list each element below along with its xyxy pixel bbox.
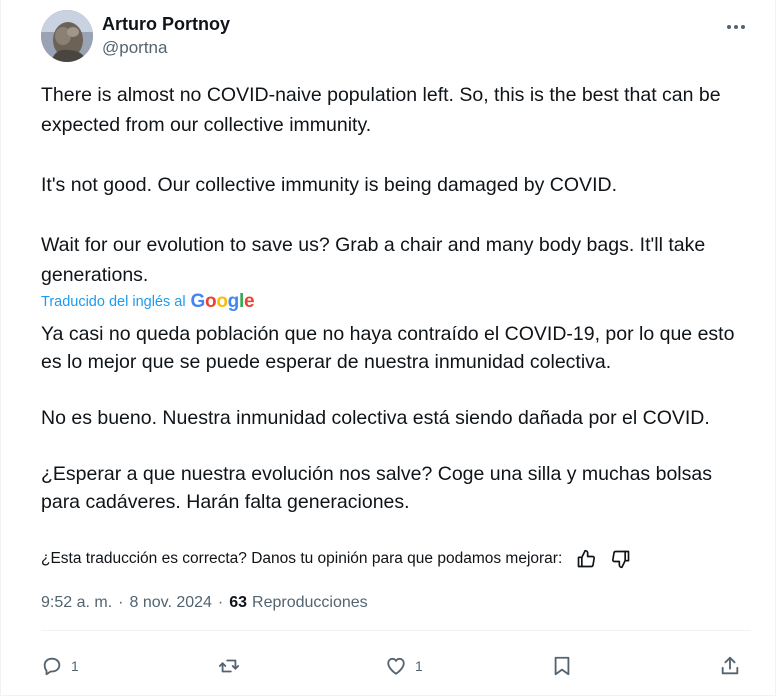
translation-attribution[interactable]: Traducido del inglés al Google (41, 291, 255, 312)
views-label: Reproducciones (252, 594, 368, 611)
reply-button[interactable]: 1 (41, 646, 79, 686)
avatar[interactable] (41, 10, 93, 62)
share-button[interactable] (719, 646, 741, 686)
author-display-name[interactable]: Arturo Portnoy (102, 12, 230, 36)
like-button[interactable]: 1 (385, 646, 423, 686)
bookmark-icon (551, 655, 573, 677)
translation-label: Traducido del inglés al (41, 294, 186, 310)
translation-feedback: ¿Esta traducción es correcta? Danos tu o… (41, 548, 632, 570)
avatar-image (41, 10, 93, 62)
meta-separator: · (217, 594, 224, 611)
more-icon[interactable] (723, 14, 749, 40)
thumbs-up-icon[interactable] (575, 548, 597, 570)
action-bar: 1 1 (41, 646, 745, 686)
bookmark-button[interactable] (551, 646, 573, 686)
tweet-meta: 9:52 a. m. · 8 nov. 2024 · 63 Reproducci… (41, 594, 368, 612)
google-logo: Google (190, 291, 255, 312)
thumbs-down-icon[interactable] (610, 548, 632, 570)
retweet-button[interactable] (217, 646, 241, 686)
share-icon (719, 655, 741, 677)
tweet-time[interactable]: 9:52 a. m. (41, 594, 112, 612)
tweet-header: Arturo Portnoy @portna (41, 10, 751, 62)
retweet-icon (217, 655, 241, 677)
reply-count: 1 (71, 658, 79, 674)
views-count: 63 (229, 594, 248, 611)
author-names: Arturo Portnoy @portna (102, 12, 230, 59)
tweet-original-text: There is almost no COVID-naive populatio… (41, 84, 721, 286)
reply-icon (41, 655, 63, 677)
tweet-date[interactable]: 8 nov. 2024 (129, 594, 211, 612)
feedback-prompt: ¿Esta traducción es correcta? Danos tu o… (41, 550, 563, 567)
tweet-translated-text: Ya casi no queda población que no haya c… (41, 323, 735, 513)
tweet-card: Arturo Portnoy @portna There is almost n… (0, 0, 776, 696)
meta-separator: · (118, 594, 124, 611)
like-count: 1 (415, 658, 423, 674)
author-handle[interactable]: @portna (102, 37, 230, 59)
like-icon (385, 655, 407, 677)
divider (41, 630, 751, 631)
